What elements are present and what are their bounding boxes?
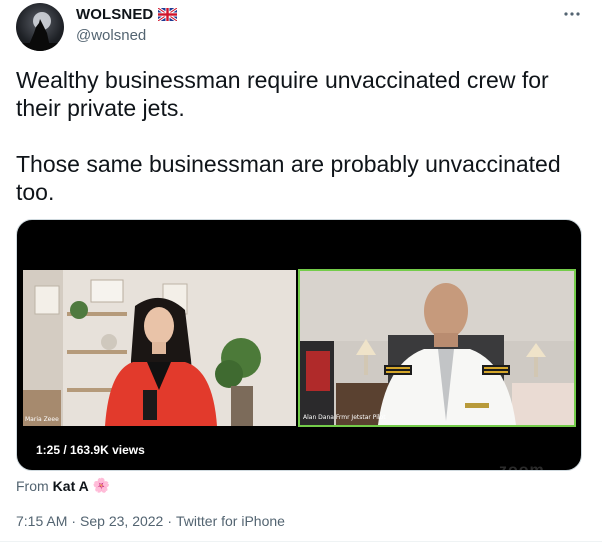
meta-separator: · (71, 513, 77, 529)
video-duration-badge: 1:25 / 163.9K views (31, 442, 150, 458)
wolf-icon (16, 12, 64, 51)
left-speaker-caption: Maria Zeee (25, 416, 59, 423)
zoom-watermark: zoom (499, 462, 545, 471)
cherry-blossom-icon: 🌸 (92, 477, 111, 493)
author-name-row[interactable]: WOLSNED (76, 6, 179, 23)
video-panel-right: Alan Dana Frmr Jetstar Pilot (298, 269, 576, 427)
video-attribution: From Kat A 🌸 (16, 477, 110, 494)
video-panel-left: Maria Zeee (23, 270, 296, 426)
tweet-time[interactable]: 7:15 AM (16, 513, 67, 529)
attribution-author-link[interactable]: Kat A (53, 478, 89, 494)
divider (0, 541, 602, 542)
tweet-metadata: 7:15 AM · Sep 23, 2022 · Twitter for iPh… (16, 513, 285, 529)
video-duration: 1:25 (36, 443, 61, 457)
tweet: WOLSNED @wolsned Wealthy businessman req… (0, 0, 602, 546)
video-views: 163.9K views (70, 443, 145, 457)
author-handle[interactable]: @wolsned (76, 27, 146, 44)
avatar[interactable] (16, 3, 64, 51)
tweet-source[interactable]: Twitter for iPhone (176, 513, 285, 529)
tweet-text: Wealthy businessman require unvaccinated… (16, 67, 561, 205)
united-kingdom-flag-icon (157, 6, 179, 23)
right-speaker-caption: Alan Dana Frmr Jetstar Pilot (303, 414, 386, 421)
video-player[interactable]: Maria Zeee Alan Dana Frmr Jetstar Pilot … (16, 219, 582, 471)
attribution-prefix: From (16, 477, 49, 494)
more-options-icon[interactable] (560, 2, 584, 26)
meta-separator: · (167, 513, 173, 529)
tweet-date[interactable]: Sep 23, 2022 (80, 513, 163, 529)
display-name[interactable]: WOLSNED (76, 6, 153, 23)
